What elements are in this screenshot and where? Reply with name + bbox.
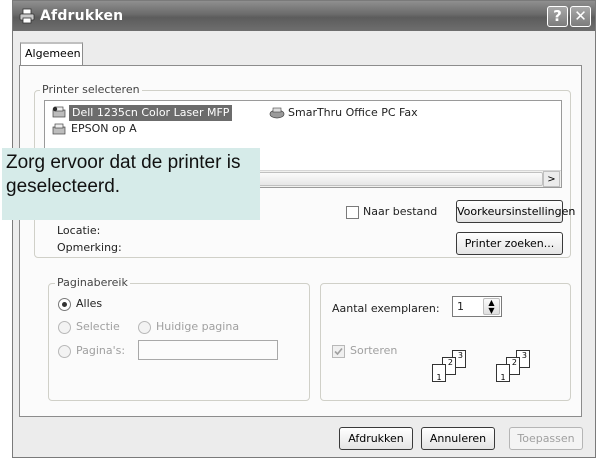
printer-item[interactable]: SmarThru Office PC Fax xyxy=(269,105,429,121)
print-to-file-label: Naar bestand xyxy=(363,205,438,218)
pages-label: Pagina's: xyxy=(76,344,126,357)
help-button[interactable]: ? xyxy=(547,6,568,27)
print-to-file-checkbox[interactable] xyxy=(346,206,359,219)
collate-illustration: 3 2 1 xyxy=(432,350,484,384)
comment-label: Opmerking: xyxy=(57,241,122,254)
selection-radio[interactable] xyxy=(58,321,71,334)
printer-item[interactable]: Dell 1235cn Color Laser MFP xyxy=(51,105,233,121)
selection-label: Selectie xyxy=(76,320,120,333)
tooltip-text: Zorg ervoor dat de printer is geselectee… xyxy=(6,152,241,197)
check-icon xyxy=(334,347,343,356)
radio-dot xyxy=(62,302,67,307)
collate-illustration: 3 2 1 xyxy=(496,350,548,384)
printer-name: EPSON op A xyxy=(71,122,137,135)
copies-stepper[interactable]: 1 ▲ ▼ xyxy=(452,296,502,317)
copies-value: 1 xyxy=(457,300,464,313)
title-bar[interactable]: Afdrukken ? ✕ xyxy=(13,1,595,31)
printer-name: SmarThru Office PC Fax xyxy=(288,106,418,119)
page-icon: 1 xyxy=(496,364,510,382)
all-pages-label: Alles xyxy=(76,297,103,310)
pages-radio[interactable] xyxy=(58,345,71,358)
page-range-legend: Paginabereik xyxy=(55,276,130,289)
current-page-label: Huidige pagina xyxy=(156,320,240,333)
print-button[interactable]: Afdrukken xyxy=(339,427,413,450)
collate-checkbox[interactable] xyxy=(332,345,345,358)
pages-input[interactable] xyxy=(138,340,278,360)
scroll-right-icon[interactable]: > xyxy=(543,171,560,187)
cancel-button[interactable]: Annuleren xyxy=(421,427,495,450)
printer-name: Dell 1235cn Color Laser MFP xyxy=(69,105,233,121)
printer-icon xyxy=(52,106,66,118)
tooltip: Zorg ervoor dat de printer is geselectee… xyxy=(2,148,260,220)
printer-icon xyxy=(19,8,35,24)
collate-label: Sorteren xyxy=(350,344,398,357)
close-button[interactable]: ✕ xyxy=(570,6,591,27)
tab-panel: Printer selecteren Dell 1235cn Color Las… xyxy=(2,65,582,417)
location-label: Locatie: xyxy=(57,224,101,237)
window-title: Afdrukken xyxy=(40,8,124,24)
print-dialog: Afdrukken ? ✕ Algemeen Printer selectere… xyxy=(2,0,596,458)
printer-select-legend: Printer selecteren xyxy=(40,83,142,96)
copies-label: Aantal exemplaren: xyxy=(332,302,440,315)
find-printer-button[interactable]: Printer zoeken... xyxy=(456,232,563,255)
printer-icon xyxy=(52,123,66,135)
current-page-radio[interactable] xyxy=(138,321,151,334)
all-pages-radio[interactable] xyxy=(58,298,71,311)
apply-button[interactable]: Toepassen xyxy=(509,427,583,450)
tab-general[interactable]: Algemeen xyxy=(20,42,83,66)
printer-item[interactable]: EPSON op A xyxy=(51,121,171,137)
fax-icon xyxy=(269,107,285,119)
preferences-button[interactable]: Voorkeursinstellingen xyxy=(456,200,575,223)
spin-arrows-icon[interactable]: ▲ ▼ xyxy=(483,298,500,315)
page-icon: 1 xyxy=(432,364,446,382)
